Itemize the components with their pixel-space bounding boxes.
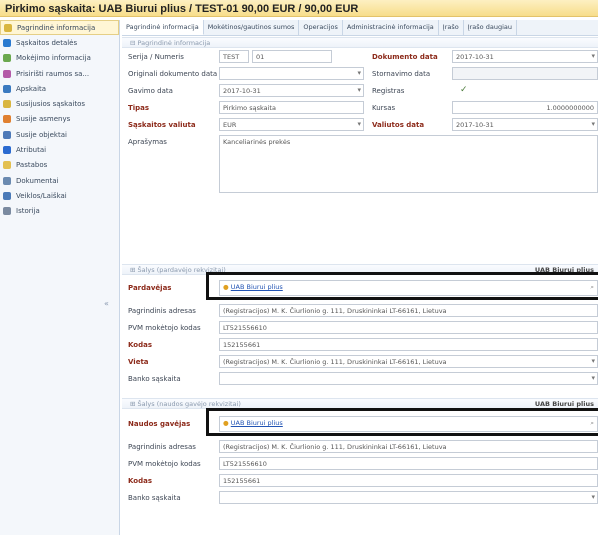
globe-icon xyxy=(3,38,11,47)
receiver-address-label: Pagrindinis adresas xyxy=(128,443,196,451)
sidebar-item-label: Susijusios sąskaitos xyxy=(16,100,86,109)
receiver-bank-label: Banko sąskaita xyxy=(128,494,181,502)
main-panel: Pagrindinė informacija Mokėtinos/gautinos… xyxy=(122,20,598,535)
tab-2[interactable]: Operacijos xyxy=(299,20,343,35)
sidebar-item-1[interactable]: Sąskaitos detalės xyxy=(0,35,119,50)
receiver-vat-field[interactable]: LT521556610 xyxy=(219,457,598,470)
sidebar-item-label: Susije asmenys xyxy=(16,115,71,124)
tab-4[interactable]: Įrašo xyxy=(439,20,464,35)
section-title: Šalys (naudos gavėjo rekvizitai) xyxy=(137,399,241,408)
series-label: Serija / Numeris xyxy=(128,53,184,61)
section-header-main[interactable]: ⊟ Pagrindinė informacija xyxy=(122,37,598,48)
receive-date-field[interactable]: 2017-10-31 xyxy=(219,84,364,97)
collapse-sidebar-icon[interactable]: « xyxy=(104,299,109,308)
original-date-label: Originali dokumento data xyxy=(128,70,218,78)
sidebar-item-3[interactable]: Prisirišti raumos sa... xyxy=(0,66,119,81)
tab-bar: Pagrindinė informacija Mokėtinos/gautinos… xyxy=(122,20,598,36)
sidebar-item-label: Prisirišti raumos sa... xyxy=(16,69,90,78)
sidebar-item-8[interactable]: Atributai xyxy=(0,142,119,157)
page-icon xyxy=(3,100,11,109)
currency-label: Sąskaitos valiuta xyxy=(128,121,196,129)
section-right-text: UAB Biurui plius xyxy=(534,400,594,408)
original-date-field[interactable] xyxy=(219,67,364,80)
tab-0[interactable]: Pagrindinė informacija xyxy=(122,20,204,35)
highlight-box-seller xyxy=(206,272,598,300)
sidebar-item-5[interactable]: Susijusios sąskaitos xyxy=(0,96,119,111)
sidebar-item-2[interactable]: Mokėjimo informacija xyxy=(0,51,119,66)
sidebar-item-label: Atributai xyxy=(16,146,47,155)
people-icon xyxy=(3,115,11,124)
sidebar-item-label: Apskaita xyxy=(16,84,47,93)
doc-icon xyxy=(3,176,11,185)
sidebar-item-10[interactable]: Dokumentai xyxy=(0,173,119,188)
receiver-code-label: Kodas xyxy=(128,477,153,485)
storno-date-label: Stornavimo data xyxy=(372,70,431,78)
seller-code-field[interactable]: 152155661 xyxy=(219,338,598,351)
sidebar: Pagrindinė informacija Sąskaitos detalės M… xyxy=(0,20,120,535)
sidebar-item-label: Istorija xyxy=(16,207,40,216)
page-icon xyxy=(4,23,12,32)
seller-address-field[interactable]: (Registracijos) M. K. Čiurlionio g. 111,… xyxy=(219,304,598,317)
sidebar-item-label: Sąskaitos detalės xyxy=(16,38,78,47)
sidebar-item-7[interactable]: Susije objektai xyxy=(0,127,119,142)
seller-code-label: Kodas xyxy=(128,341,153,349)
receive-date-label: Gavimo data xyxy=(128,87,173,95)
number-field[interactable]: 01 xyxy=(252,50,332,63)
sidebar-item-label: Pagrindinė informacija xyxy=(17,23,96,32)
sidebar-item-6[interactable]: Susije asmenys xyxy=(0,112,119,127)
receiver-bank-field[interactable] xyxy=(219,491,598,504)
doc-icon xyxy=(3,207,11,216)
rate-field[interactable]: 1.0000000000 xyxy=(452,101,598,114)
receiver-vat-label: PVM mokėtojo kodas xyxy=(128,460,201,468)
register-label: Registras xyxy=(372,87,405,95)
document-date-field[interactable]: 2017-10-31 xyxy=(452,50,598,63)
currency-date-field[interactable]: 2017-10-31 xyxy=(452,118,598,131)
note-icon xyxy=(3,161,11,170)
seller-place-field[interactable]: (Registracijos) M. K. Čiurlionio g. 111,… xyxy=(219,355,598,368)
currency-date-label: Valiutos data xyxy=(372,121,425,129)
tab-3[interactable]: Administracinė informacija xyxy=(343,20,439,35)
register-checkbox[interactable]: ✓ xyxy=(460,85,468,95)
tab-5[interactable]: Įrašo daugiau xyxy=(464,20,517,35)
document-date-label: Dokumento data xyxy=(372,53,438,61)
coin-icon xyxy=(3,84,11,93)
sidebar-item-4[interactable]: Apskaita xyxy=(0,81,119,96)
link-icon xyxy=(3,130,11,139)
highlight-box-receiver xyxy=(206,408,598,436)
receiver-address-field[interactable]: (Registracijos) M. K. Čiurlionio g. 111,… xyxy=(219,440,598,453)
sidebar-item-12[interactable]: Istorija xyxy=(0,204,119,219)
receiver-code-field[interactable]: 152155661 xyxy=(219,474,598,487)
doc-icon xyxy=(3,191,11,200)
sidebar-item-label: Pastabos xyxy=(16,161,48,170)
sidebar-item-label: Mokėjimo informacija xyxy=(16,54,91,63)
seller-vat-field[interactable]: LT521556610 xyxy=(219,321,598,334)
rate-label: Kursas xyxy=(372,104,396,112)
receiver-label: Naudos gavėjas xyxy=(128,420,191,428)
currency-field[interactable]: EUR xyxy=(219,118,364,131)
series-field[interactable]: TEST xyxy=(219,50,249,63)
pencil-icon xyxy=(3,69,11,78)
window-title: Pirkimo sąskaita: UAB Biurui plius / TES… xyxy=(0,0,598,17)
storno-date-field xyxy=(452,67,598,80)
seller-vat-label: PVM mokėtojo kodas xyxy=(128,324,201,332)
type-label: Tipas xyxy=(128,104,150,112)
tag-icon xyxy=(3,146,11,155)
seller-address-label: Pagrindinis adresas xyxy=(128,307,196,315)
tab-1[interactable]: Mokėtinos/gautinos sumos xyxy=(204,20,300,35)
sidebar-item-11[interactable]: Veiklos/Laiškai xyxy=(0,188,119,203)
description-label: Aprašymas xyxy=(128,138,167,146)
sidebar-item-label: Dokumentai xyxy=(16,176,59,185)
wand-icon xyxy=(3,54,11,63)
sidebar-item-0[interactable]: Pagrindinė informacija xyxy=(0,20,119,36)
seller-label: Pardavėjas xyxy=(128,284,172,292)
seller-bank-label: Banko sąskaita xyxy=(128,375,181,383)
sidebar-item-9[interactable]: Pastabos xyxy=(0,158,119,173)
type-field[interactable]: Pirkimo sąskaita xyxy=(219,101,364,114)
seller-place-label: Vieta xyxy=(128,358,149,366)
section-title: Pagrindinė informacija xyxy=(137,38,211,47)
sidebar-item-label: Susije objektai xyxy=(16,130,67,139)
sidebar-item-label: Veiklos/Laiškai xyxy=(16,191,67,200)
description-field[interactable]: Kanceliarinės prekės xyxy=(219,135,598,193)
seller-bank-field[interactable] xyxy=(219,372,598,385)
